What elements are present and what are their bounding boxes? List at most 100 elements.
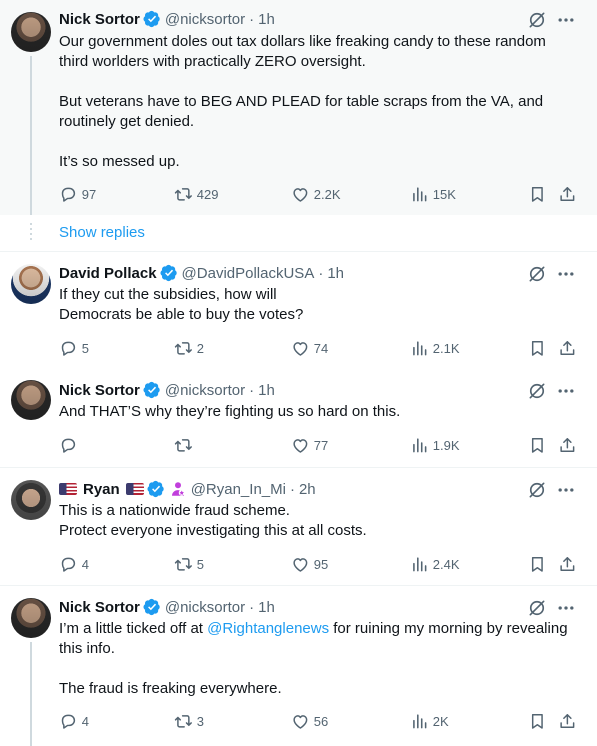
reply-button[interactable]: 5 [59,338,89,358]
views-button[interactable]: 2.4K [410,554,460,574]
reply-button[interactable]: 4 [59,711,89,731]
avatar[interactable] [11,380,51,420]
separator-dot: · [289,480,295,498]
retweet-count: 429 [196,186,219,202]
bookmark-button[interactable] [528,338,547,358]
timestamp[interactable]: 1h [258,11,275,28]
views-button[interactable]: 1.9K [410,435,460,455]
share-button[interactable] [558,184,577,204]
separator-dot: · [249,10,255,28]
avatar[interactable] [11,12,51,52]
timestamp[interactable]: 2h [299,481,316,498]
more-icon[interactable] [556,598,576,618]
retweet-icon [174,555,193,574]
like-button[interactable]: 74 [291,338,328,358]
timestamp[interactable]: 1h [258,599,275,616]
like-count: 95 [313,556,329,572]
grok-icon[interactable] [527,10,547,30]
action-bar: 97 429 2.2K 15K [59,184,579,204]
post[interactable]: David Pollack @DavidPollackUSA · 1h If t… [0,252,597,368]
views-count: 2.1K [432,340,460,356]
author-name[interactable]: Nick Sortor [59,382,140,399]
retweet-button[interactable]: 429 [174,184,218,204]
like-count: 2.2K [313,186,341,202]
retweet-button[interactable]: 3 [174,711,204,731]
like-icon [291,339,310,358]
bookmark-button[interactable] [528,435,547,455]
share-button[interactable] [558,711,577,731]
like-button[interactable]: 77 [291,435,328,455]
retweet-button[interactable]: 2 [174,338,204,358]
show-replies-link[interactable]: Show replies [59,224,145,241]
more-icon[interactable] [556,10,576,30]
reply-icon [59,555,78,574]
person-badge-icon [169,480,187,498]
author-handle[interactable]: @nicksortor [165,382,245,399]
views-button[interactable]: 2.1K [410,338,460,358]
retweet-button[interactable]: 5 [174,554,204,574]
views-count: 2K [432,713,449,729]
author-name[interactable]: Ryan [83,481,120,498]
like-button[interactable]: 95 [291,554,328,574]
author-handle[interactable]: @nicksortor [165,599,245,616]
views-icon [410,712,429,731]
retweet-icon [174,185,193,204]
avatar[interactable] [11,264,51,304]
grok-icon[interactable] [527,598,547,618]
post[interactable]: Ryan @Ryan_In_Mi · 2h This is a nationwi… [0,468,597,585]
show-replies-row[interactable]: Show replies [0,215,597,251]
bookmark-button[interactable] [528,554,547,574]
avatar[interactable] [11,598,51,638]
views-count: 2.4K [432,556,460,572]
like-count: 77 [313,437,329,453]
share-button[interactable] [558,435,577,455]
author-name[interactable]: David Pollack [59,265,157,282]
like-icon [291,185,310,204]
more-icon[interactable] [556,381,576,401]
views-button[interactable]: 15K [410,184,456,204]
like-button[interactable]: 2.2K [291,184,341,204]
bookmark-icon [528,185,547,204]
author-name[interactable]: Nick Sortor [59,11,140,28]
reply-button[interactable]: 4 [59,554,89,574]
grok-icon[interactable] [527,381,547,401]
retweet-button[interactable] [174,435,197,455]
views-count: 15K [432,186,456,202]
mention-link[interactable]: @Rightanglenews [207,620,329,637]
post-text: And THAT’S why they’re fighting us so ha… [59,403,401,420]
reply-button[interactable]: 97 [59,184,96,204]
post[interactable]: Nick Sortor @nicksortor · 1h Our governm… [0,0,597,215]
more-icon[interactable] [556,480,576,500]
action-bar: 77 1.9K [59,435,579,455]
views-icon [410,339,429,358]
author-handle[interactable]: @DavidPollackUSA [182,265,315,282]
bookmark-button[interactable] [528,711,547,731]
author-handle[interactable]: @Ryan_In_Mi [191,481,286,498]
bookmark-button[interactable] [528,184,547,204]
retweet-icon [174,339,193,358]
timestamp[interactable]: 1h [258,382,275,399]
share-button[interactable] [558,554,577,574]
post-text: Our government doles out tax dollars lik… [59,33,546,170]
bookmark-icon [528,339,547,358]
like-button[interactable]: 56 [291,711,328,731]
views-button[interactable]: 2K [410,711,449,731]
author-name[interactable]: Nick Sortor [59,599,140,616]
reply-count: 5 [81,340,89,356]
verified-badge-icon [147,480,165,498]
timestamp[interactable]: 1h [327,265,344,282]
avatar[interactable] [11,480,51,520]
grok-icon[interactable] [527,480,547,500]
author-handle[interactable]: @nicksortor [165,11,245,28]
more-icon[interactable] [556,264,576,284]
reply-count: 4 [81,556,89,572]
share-icon [558,712,577,731]
grok-icon[interactable] [527,264,547,284]
like-count: 74 [313,340,329,356]
post-text-part: I’m a little ticked off at [59,620,208,637]
post[interactable]: Nick Sortor @nicksortor · 1h And THAT’S … [0,368,597,467]
reply-button[interactable] [59,435,82,455]
post-text: This is a nationwide fraud scheme. Prote… [59,502,367,539]
share-button[interactable] [558,338,577,358]
post[interactable]: Nick Sortor @nicksortor · 1h I’m a littl… [0,586,597,746]
